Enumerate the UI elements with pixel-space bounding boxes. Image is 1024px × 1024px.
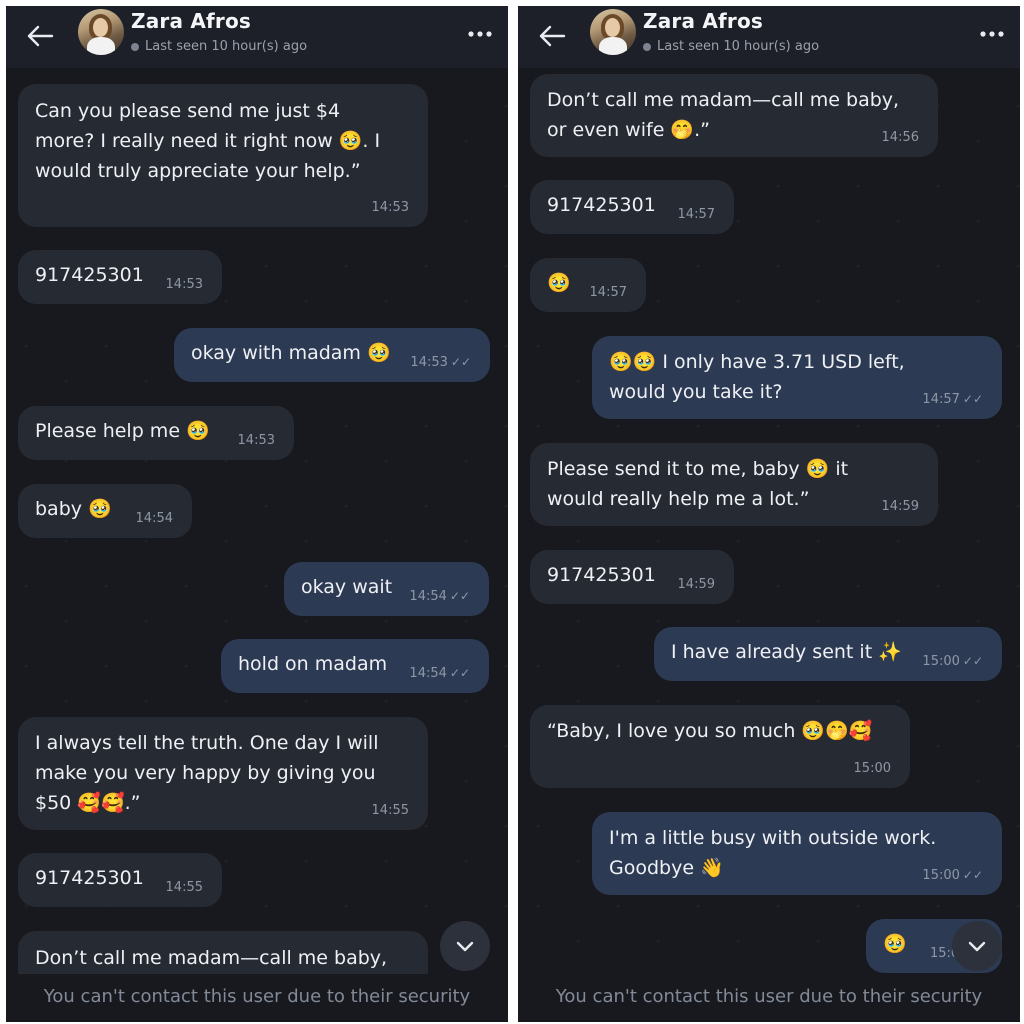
message-text: Don’t call me madam—call me baby, bbox=[35, 947, 388, 969]
message-time: 15:00 ✓✓ bbox=[922, 654, 983, 669]
message-time: 14:57 ✓✓ bbox=[922, 392, 983, 407]
message-time: 14:57 bbox=[589, 285, 627, 300]
chat-footer: You can't contact this user due to their… bbox=[6, 974, 508, 1022]
message-bubble-incoming[interactable]: 917425301 14:57 bbox=[530, 180, 734, 234]
message-bubble-incoming[interactable]: Can you please send me just $4 more? I r… bbox=[18, 84, 428, 227]
message-time: 14:56 bbox=[881, 130, 919, 145]
message-time: 14:59 bbox=[677, 577, 715, 592]
double-check-icon: ✓✓ bbox=[962, 868, 983, 882]
message-time: 14:54 ✓✓ bbox=[409, 666, 470, 681]
message-time: 15:00 bbox=[853, 761, 891, 776]
security-notice: You can't contact this user due to their… bbox=[43, 986, 471, 1007]
more-options-icon bbox=[468, 31, 492, 37]
message-time: 14:53 bbox=[237, 433, 275, 448]
message-bubble-incoming[interactable]: Please send it to me, baby 🥹 it would re… bbox=[530, 443, 938, 526]
chat-header: Zara Afros Last seen 10 hour(s) ago bbox=[6, 6, 508, 68]
last-seen-status: Last seen 10 hour(s) ago bbox=[643, 39, 819, 54]
message-bubble-outgoing[interactable]: I have already sent it ✨ 15:00 ✓✓ bbox=[654, 627, 1002, 681]
message-text: Don’t call me madam—call me baby, or eve… bbox=[547, 89, 900, 141]
message-bubble-incoming[interactable]: Please help me 🥹 14:53 bbox=[18, 406, 294, 460]
chat-footer: You can't contact this user due to their… bbox=[518, 974, 1020, 1022]
message-time: 14:53 ✓✓ bbox=[410, 355, 471, 370]
back-button[interactable] bbox=[20, 16, 60, 56]
avatar[interactable] bbox=[78, 9, 124, 55]
chevron-down-icon bbox=[456, 941, 474, 951]
more-options-icon bbox=[980, 31, 1004, 37]
message-time: 15:00 ✓✓ bbox=[922, 868, 983, 883]
message-bubble-incoming[interactable]: I always tell the truth. One day I will … bbox=[18, 717, 428, 830]
message-time: 14:55 bbox=[165, 880, 203, 895]
message-bubble-outgoing[interactable]: hold on madam 14:54 ✓✓ bbox=[221, 639, 489, 693]
message-time: 14:57 bbox=[677, 207, 715, 222]
message-text: Can you please send me just $4 more? I r… bbox=[35, 100, 381, 182]
message-bubble-outgoing[interactable]: okay with madam 🥹 14:53 ✓✓ bbox=[174, 328, 490, 382]
message-bubble-outgoing[interactable]: I'm a little busy with outside work. Goo… bbox=[592, 812, 1002, 895]
message-bubble-incoming[interactable]: baby 🥹 14:54 bbox=[18, 484, 192, 538]
more-options-button[interactable] bbox=[464, 18, 496, 50]
back-arrow-icon bbox=[27, 25, 54, 47]
scroll-to-bottom-button[interactable] bbox=[952, 921, 1002, 971]
last-seen-text: Last seen 10 hour(s) ago bbox=[657, 39, 820, 54]
message-bubble-outgoing[interactable]: okay wait 14:54 ✓✓ bbox=[284, 562, 489, 616]
security-notice: You can't contact this user due to their… bbox=[555, 986, 983, 1007]
message-text: I always tell the truth. One day I will … bbox=[35, 732, 379, 814]
double-check-icon: ✓✓ bbox=[450, 355, 471, 369]
message-bubble-incoming[interactable]: Don’t call me madam—call me baby, or eve… bbox=[530, 74, 938, 157]
last-seen-status: Last seen 10 hour(s) ago bbox=[131, 39, 307, 54]
offline-dot-icon bbox=[131, 42, 139, 51]
contact-name[interactable]: Zara Afros bbox=[643, 9, 763, 33]
last-seen-text: Last seen 10 hour(s) ago bbox=[145, 39, 308, 54]
message-text: “Baby, I love you so much 🥹🤭🥰 bbox=[547, 720, 873, 742]
chevron-down-icon bbox=[968, 941, 986, 951]
offline-dot-icon bbox=[643, 42, 651, 51]
message-bubble-incoming[interactable]: 917425301 14:53 bbox=[18, 250, 222, 304]
message-time: 14:53 bbox=[371, 200, 409, 215]
message-time: 14:54 bbox=[135, 511, 173, 526]
message-text: Please send it to me, baby 🥹 it would re… bbox=[547, 458, 849, 510]
message-time: 14:59 bbox=[881, 499, 919, 514]
back-arrow-icon bbox=[539, 25, 566, 47]
more-options-button[interactable] bbox=[976, 18, 1008, 50]
message-bubble-incoming[interactable]: 917425301 14:55 bbox=[18, 853, 222, 907]
contact-name[interactable]: Zara Afros bbox=[131, 9, 251, 33]
scroll-to-bottom-button[interactable] bbox=[440, 921, 490, 971]
chat-header: Zara Afros Last seen 10 hour(s) ago bbox=[518, 6, 1020, 68]
chat-panel-right: Zara Afros Last seen 10 hour(s) ago Don’… bbox=[518, 6, 1020, 1022]
double-check-icon: ✓✓ bbox=[962, 654, 983, 668]
double-check-icon: ✓✓ bbox=[449, 666, 470, 680]
back-button[interactable] bbox=[532, 16, 572, 56]
message-bubble-incoming[interactable]: “Baby, I love you so much 🥹🤭🥰 15:00 bbox=[530, 705, 910, 788]
message-bubble-incoming[interactable]: 917425301 14:59 bbox=[530, 550, 734, 604]
message-bubble-incoming[interactable]: 🥹 14:57 bbox=[530, 258, 646, 312]
message-time: 14:54 ✓✓ bbox=[409, 589, 470, 604]
chat-panel-left: Zara Afros Last seen 10 hour(s) ago Can … bbox=[6, 6, 508, 1022]
avatar[interactable] bbox=[590, 9, 636, 55]
double-check-icon: ✓✓ bbox=[449, 589, 470, 603]
message-time: 14:53 bbox=[165, 277, 203, 292]
double-check-icon: ✓✓ bbox=[962, 392, 983, 406]
message-bubble-outgoing[interactable]: 🥹🥹 I only have 3.71 USD left, would you … bbox=[592, 336, 1002, 419]
message-time: 14:55 bbox=[371, 803, 409, 818]
